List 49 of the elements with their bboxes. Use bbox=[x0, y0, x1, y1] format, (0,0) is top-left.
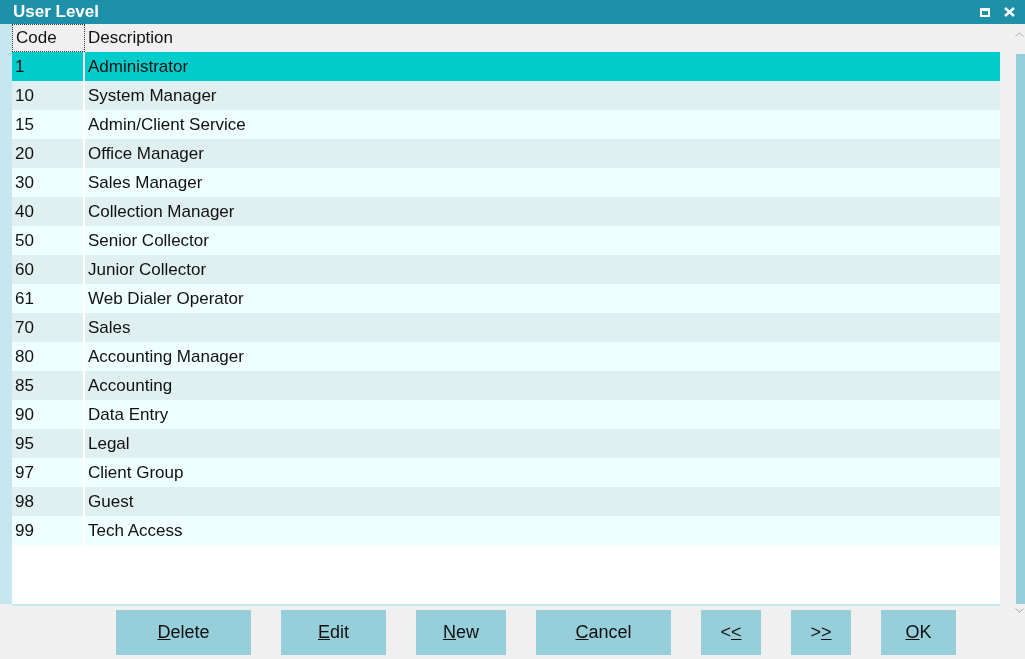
dialog-button[interactable]: Cancel bbox=[536, 610, 671, 655]
table-cell-text: Guest bbox=[87, 490, 135, 513]
dialog-button[interactable]: << bbox=[701, 610, 761, 655]
table-cell-text: Data Entry bbox=[87, 403, 170, 426]
table-cell-text: Administrator bbox=[87, 55, 190, 78]
table-cell-text: Accounting bbox=[87, 374, 174, 397]
dialog-button[interactable]: Edit bbox=[281, 610, 386, 655]
table-row[interactable]: 60 Junior Collector bbox=[12, 255, 1000, 284]
table-row[interactable]: 20 Office Manager bbox=[12, 139, 1000, 168]
table-cell-text: Legal bbox=[87, 432, 131, 455]
table-cell-text: Client Group bbox=[87, 461, 185, 484]
table-row[interactable]: 85 Accounting bbox=[12, 371, 1000, 400]
scroll-up-icon[interactable] bbox=[1015, 32, 1024, 37]
table-cell-text: Senior Collector bbox=[87, 229, 210, 252]
table-row[interactable]: 90 Data Entry bbox=[12, 400, 1000, 429]
table-row[interactable]: 1 Administrator bbox=[12, 52, 1000, 81]
table-cell: 99 bbox=[12, 516, 85, 545]
table-row[interactable]: 80 Accounting Manager bbox=[12, 342, 1000, 371]
table-row[interactable]: 99 Tech Access bbox=[12, 516, 1000, 545]
dialog-button[interactable]: OK bbox=[881, 610, 956, 655]
table-cell-text: Collection Manager bbox=[87, 200, 236, 223]
dialog-button[interactable]: >> bbox=[791, 610, 851, 655]
table-row[interactable]: 40 Collection Manager bbox=[12, 197, 1000, 226]
window-title: User Level bbox=[13, 2, 100, 22]
table-row[interactable]: 61 Web Dialer Operator bbox=[12, 284, 1000, 313]
table-cell-text: Admin/Client Service bbox=[87, 113, 247, 136]
dialog-button[interactable]: New bbox=[416, 610, 506, 655]
table-row[interactable]: 70 Sales bbox=[12, 313, 1000, 342]
scrollbar-thumb[interactable] bbox=[1016, 54, 1025, 604]
table-row[interactable]: 98 Guest bbox=[12, 487, 1000, 516]
table-row[interactable]: 50 Senior Collector bbox=[12, 226, 1000, 255]
table-cell-text: Accounting Manager bbox=[87, 345, 245, 368]
table-row[interactable]: 30 Sales Manager bbox=[12, 168, 1000, 197]
scroll-down-icon[interactable] bbox=[1015, 608, 1024, 613]
table-cell-text: Sales bbox=[87, 316, 132, 339]
table-cell-text: Web Dialer Operator bbox=[87, 287, 245, 310]
dialog-button[interactable]: Delete bbox=[116, 610, 251, 655]
table-cell-text: Office Manager bbox=[87, 142, 205, 165]
table-cell-text: Junior Collector bbox=[87, 258, 208, 281]
table-cell-text: Sales Manager bbox=[87, 171, 204, 194]
maximize-icon[interactable] bbox=[980, 7, 990, 17]
table-row[interactable]: 15 Admin/Client Service bbox=[12, 110, 1000, 139]
table-cell-text: Tech Access bbox=[87, 519, 184, 542]
column-header[interactable]: Description bbox=[85, 24, 1000, 52]
close-icon[interactable] bbox=[1004, 7, 1015, 17]
table-cell-text: System Manager bbox=[87, 84, 218, 107]
table-row[interactable]: 10 System Manager bbox=[12, 81, 1000, 110]
table-row[interactable]: 97 Client Group bbox=[12, 458, 1000, 487]
table-row[interactable]: 95 Legal bbox=[12, 429, 1000, 458]
